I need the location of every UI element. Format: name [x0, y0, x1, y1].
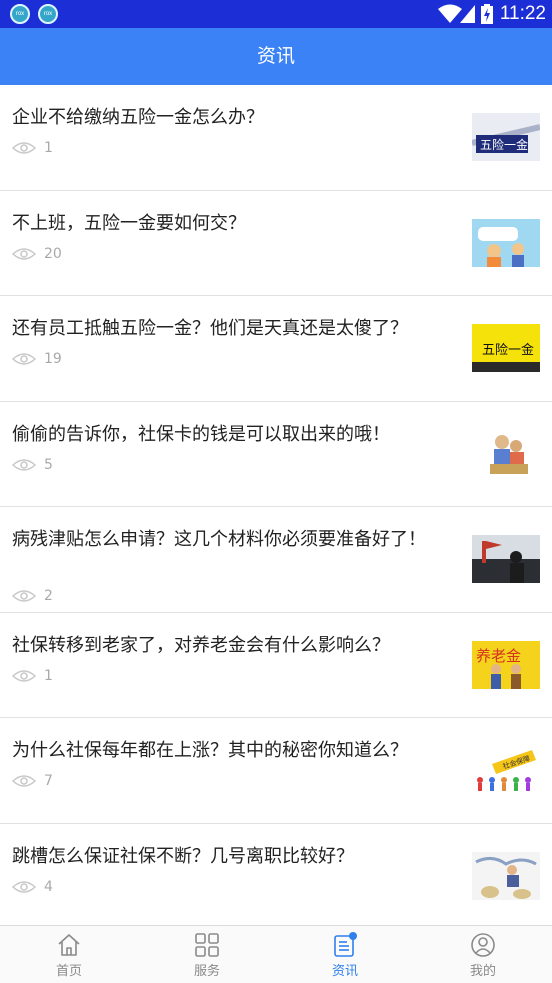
article-title: 企业不给缴纳五险一金怎么办？ — [12, 107, 264, 128]
article-title: 偷偷的告诉你，社保卡的钱是可以取出来的哦！ — [12, 423, 390, 445]
article-title: 为什么社保每年都在上涨？其中的秘密你知道么？ — [12, 740, 408, 761]
home-icon — [58, 934, 80, 956]
user-icon — [471, 933, 495, 957]
article-item[interactable]: 偷偷的告诉你，社保卡的钱是可以取出来的哦！ 5 — [0, 402, 552, 507]
article-item[interactable]: 企业不给缴纳五险一金怎么办？ 1 五险一金 — [0, 85, 552, 191]
tab-services[interactable]: 服务 — [138, 926, 276, 983]
page-title: 资讯 — [256, 45, 295, 67]
article-title: 跳槽怎么保证社保不断？几号离职比较好？ — [12, 845, 354, 867]
status-time: 11:22 — [499, 3, 546, 24]
eye-icon — [12, 458, 36, 471]
article-item[interactable]: 不上班，五险一金要如何交？ 20 — [0, 191, 552, 296]
view-count-value: 19 — [44, 351, 62, 367]
eye-icon — [12, 880, 36, 893]
article-thumbnail: 五险一金 — [472, 113, 540, 161]
article-thumbnail: 社会保障 — [472, 746, 540, 794]
bottom-tab-bar: 首页 服务 资讯 我的 — [0, 925, 552, 983]
view-count-value: 1 — [44, 667, 53, 684]
battery-charging-icon — [481, 4, 493, 24]
thumbnail-text: 五险一金 — [482, 342, 534, 358]
article-item[interactable]: 跳槽怎么保证社保不断？几号离职比较好？ 4 — [0, 824, 552, 929]
view-count: 1 — [12, 668, 53, 684]
eye-icon — [12, 669, 36, 682]
view-count: 1 — [12, 140, 53, 156]
eye-icon — [12, 775, 36, 787]
eye-icon — [12, 247, 36, 260]
article-item[interactable]: 病残津贴怎么申请？这几个材料你必须要准备好了！ 2 — [0, 507, 552, 613]
thumbnail-text: 五险一金 — [480, 137, 528, 152]
tab-profile[interactable]: 我的 — [414, 926, 552, 983]
notification-app-icon: rox — [10, 4, 30, 24]
article-item[interactable]: 为什么社保每年都在上涨？其中的秘密你知道么？ 7 社会保障 — [0, 718, 552, 824]
article-thumbnail — [472, 429, 540, 478]
view-count: 4 — [12, 879, 53, 895]
thumbnail-text: 养老金 — [476, 647, 521, 665]
view-count-value: 5 — [44, 456, 53, 473]
app-header: 资讯 — [0, 28, 552, 85]
grid-icon — [195, 933, 219, 957]
view-count: 7 — [12, 773, 53, 789]
article-title: 社保转移到老家了，对养老金会有什么影响么？ — [12, 634, 390, 656]
article-title: 病残津贴怎么申请？这几个材料你必须要准备好了！ — [12, 529, 426, 550]
article-list: 企业不给缴纳五险一金怎么办？ 1 五险一金 不上班，五险一金要如何交？ 20 还… — [0, 85, 552, 929]
tab-label: 我的 — [469, 964, 496, 979]
article-item[interactable]: 社保转移到老家了，对养老金会有什么影响么？ 1 养老金 — [0, 613, 552, 718]
view-count-value: 4 — [44, 878, 53, 895]
article-thumbnail — [472, 535, 540, 583]
tab-label: 服务 — [193, 964, 220, 979]
tab-label: 首页 — [55, 964, 82, 979]
article-thumbnail: 五险一金 — [472, 324, 540, 372]
view-count-value: 2 — [44, 588, 53, 604]
article-thumbnail — [472, 218, 540, 267]
tab-label: 资讯 — [331, 964, 358, 979]
eye-icon — [12, 142, 36, 154]
notification-app-icon: rox — [38, 4, 58, 24]
view-count: 5 — [12, 457, 53, 473]
article-title: 不上班，五险一金要如何交？ — [12, 212, 246, 234]
status-bar: rox rox 11:22 — [0, 0, 552, 28]
signal-icon — [460, 5, 475, 23]
eye-icon — [12, 590, 36, 602]
view-count: 2 — [12, 588, 53, 604]
wifi-icon — [438, 4, 462, 23]
article-title: 还有员工抵触五险一金？他们是天真还是太傻了？ — [12, 318, 408, 339]
view-count: 20 — [12, 246, 62, 262]
article-item[interactable]: 还有员工抵触五险一金？他们是天真还是太傻了？ 19 五险一金 — [0, 296, 552, 402]
tab-home[interactable]: 首页 — [0, 926, 138, 983]
view-count-value: 20 — [44, 245, 62, 262]
view-count-value: 1 — [44, 140, 53, 156]
news-icon — [334, 932, 357, 957]
article-thumbnail: 养老金 — [472, 640, 540, 689]
eye-icon — [12, 353, 36, 365]
view-count: 19 — [12, 351, 62, 367]
view-count-value: 7 — [44, 773, 53, 789]
tab-news[interactable]: 资讯 — [276, 926, 414, 983]
article-thumbnail — [472, 851, 540, 900]
